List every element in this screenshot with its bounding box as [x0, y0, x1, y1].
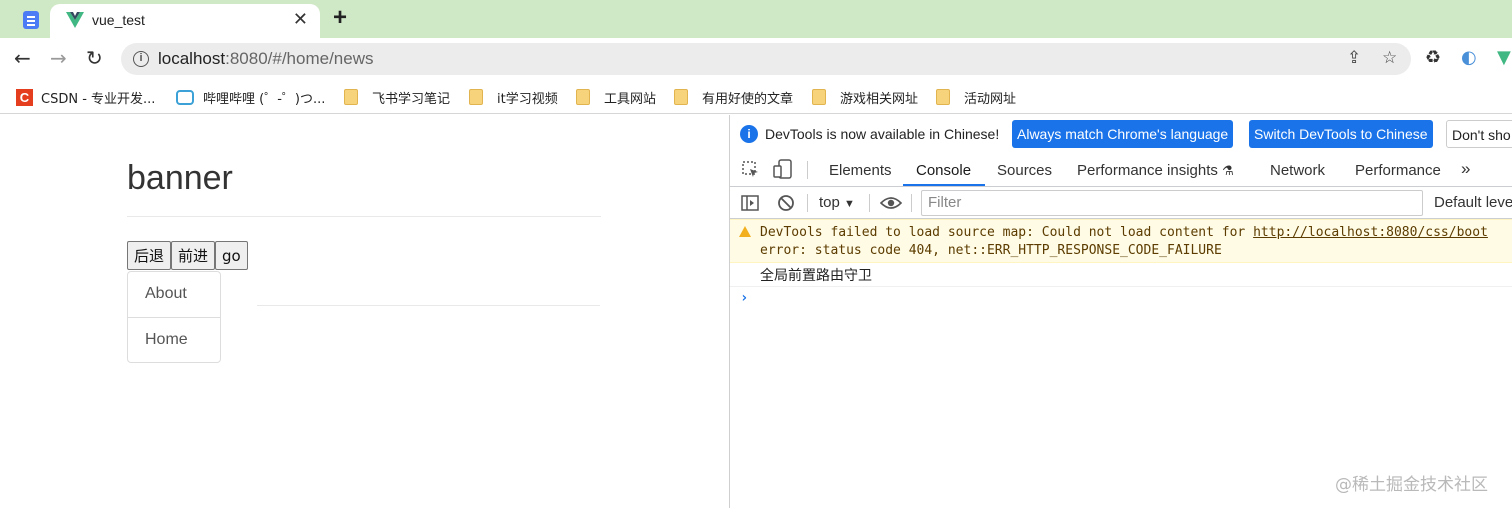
back-arrow-icon[interactable]: ←	[14, 46, 31, 70]
docs-icon	[23, 11, 39, 29]
switch-to-chinese-button[interactable]: Switch DevTools to Chinese	[1249, 120, 1433, 148]
browser-toolbar: ← → ↻ i localhost:8080/#/home/news ⇪ ☆ ♻…	[0, 38, 1512, 80]
separator	[807, 161, 808, 179]
tab-performance-insights[interactable]: Performance insights ⚗	[1077, 162, 1234, 179]
bookmark-folder-events[interactable]: 活动网址	[936, 87, 1016, 107]
folder-icon	[812, 89, 826, 105]
extension-vue-icon[interactable]: ▼	[1497, 47, 1511, 68]
clear-console-icon[interactable]	[777, 194, 795, 212]
bookmark-label: 游戏相关网址	[840, 91, 919, 107]
bookmark-label: 活动网址	[964, 91, 1017, 107]
tab-console[interactable]: Console	[916, 162, 971, 179]
site-info-icon[interactable]: i	[133, 51, 149, 67]
bookmark-star-icon[interactable]: ☆	[1382, 48, 1397, 68]
log-levels-dropdown[interactable]: Default levels	[1434, 194, 1512, 211]
bookmark-label: CSDN - 专业开发...	[41, 91, 156, 107]
bookmark-folder-articles[interactable]: 有用好使的文章	[674, 87, 793, 107]
console-warning-message: DevTools failed to load source map: Coul…	[730, 219, 1512, 263]
page-viewport: banner 后退 前进 go About Home	[0, 115, 729, 508]
warning-icon	[739, 226, 751, 237]
devtools-panel: i DevTools is now available in Chinese! …	[729, 115, 1512, 508]
nav-item-about[interactable]: About	[128, 272, 220, 317]
tab-sources[interactable]: Sources	[997, 162, 1052, 179]
banner-heading: banner	[127, 159, 233, 197]
context-selector[interactable]: top ▼	[819, 194, 855, 211]
beaker-icon: ⚗	[1222, 163, 1234, 178]
tab-network[interactable]: Network	[1270, 162, 1325, 179]
console-filter-input[interactable]: Filter	[921, 190, 1423, 216]
tab-title: vue_test	[92, 12, 145, 28]
tab-performance[interactable]: Performance	[1355, 162, 1441, 179]
devtools-language-infobar: i DevTools is now available in Chinese! …	[730, 115, 1512, 153]
console-log-message: 全局前置路由守卫	[730, 263, 1512, 287]
forward-arrow-icon[interactable]: →	[50, 46, 67, 70]
live-expression-eye-icon[interactable]	[880, 195, 902, 211]
info-icon: i	[740, 125, 758, 143]
folder-icon	[936, 89, 950, 105]
separator	[911, 194, 912, 212]
nav-item-home[interactable]: Home	[128, 317, 220, 362]
divider	[127, 216, 601, 217]
route-nav-list: About Home	[127, 271, 221, 363]
forward-button[interactable]: 前进	[171, 241, 216, 270]
history-buttons: 后退 前进 go	[127, 241, 248, 270]
sidebar-toggle-icon[interactable]	[741, 194, 759, 212]
separator	[807, 194, 808, 212]
bookmark-folder-tools[interactable]: 工具网站	[576, 87, 656, 107]
reload-icon[interactable]: ↻	[86, 46, 103, 70]
folder-icon	[469, 89, 483, 105]
tab-elements[interactable]: Elements	[829, 162, 892, 179]
bookmark-label: it学习视频	[497, 91, 558, 107]
dont-show-again-button[interactable]: Don't sho	[1446, 120, 1512, 148]
devtools-tab-bar: Elements Console Sources Performance ins…	[730, 153, 1512, 187]
device-toolbar-icon[interactable]	[773, 159, 793, 179]
divider	[257, 305, 600, 306]
go-button[interactable]: go	[215, 241, 248, 270]
folder-icon	[576, 89, 590, 105]
extension-recycle-icon[interactable]: ♻	[1425, 47, 1441, 68]
bilibili-icon	[176, 89, 194, 105]
console-toolbar: top ▼ Filter Default levels	[730, 187, 1512, 219]
tab-vue-test[interactable]: vue_test ✕	[50, 4, 320, 38]
tab-docs[interactable]	[14, 8, 48, 32]
source-map-link[interactable]: http://localhost:8080/css/boot	[1253, 225, 1488, 240]
bookmark-csdn[interactable]: C CSDN - 专业开发...	[16, 87, 155, 107]
bookmark-label: 工具网站	[604, 91, 657, 107]
log-text: 全局前置路由守卫	[760, 268, 872, 284]
infobar-message: DevTools is now available in Chinese!	[765, 126, 1000, 142]
bookmarks-bar: C CSDN - 专业开发... 哔哩哔哩 (゜-゜)つ... 飞书学习笔记 i…	[0, 80, 1512, 114]
warning-text-line1: DevTools failed to load source map: Coul…	[760, 225, 1488, 240]
inspect-element-icon[interactable]	[742, 161, 760, 179]
bookmark-bilibili[interactable]: 哔哩哔哩 (゜-゜)つ...	[176, 87, 325, 107]
bookmark-label: 哔哩哔哩 (゜-゜)つ...	[203, 91, 326, 107]
active-tab-indicator	[903, 184, 985, 186]
watermark: @稀土掘金技术社区	[1335, 475, 1488, 495]
bookmark-label: 飞书学习笔记	[372, 91, 451, 107]
tab-close-icon[interactable]: ✕	[293, 9, 308, 30]
back-button[interactable]: 后退	[127, 241, 172, 270]
new-tab-button[interactable]: +	[333, 4, 347, 32]
bookmark-folder-it[interactable]: it学习视频	[469, 87, 558, 107]
console-prompt-icon[interactable]: ›	[740, 290, 748, 306]
bookmark-folder-feishu[interactable]: 飞书学习笔记	[344, 87, 450, 107]
dropdown-arrow-icon: ▼	[844, 198, 855, 210]
always-match-language-button[interactable]: Always match Chrome's language	[1012, 120, 1234, 148]
extension-globe-icon[interactable]: ◐	[1461, 47, 1477, 68]
url-text[interactable]: localhost:8080/#/home/news	[158, 49, 374, 69]
share-icon[interactable]: ⇪	[1347, 48, 1361, 68]
more-tabs-icon[interactable]: »	[1461, 159, 1470, 179]
vue-icon	[66, 12, 84, 28]
address-bar[interactable]: i localhost:8080/#/home/news ⇪ ☆	[121, 43, 1411, 75]
bookmark-folder-games[interactable]: 游戏相关网址	[812, 87, 918, 107]
folder-icon	[344, 89, 358, 105]
tab-strip: vue_test ✕ +	[0, 0, 1512, 38]
folder-icon	[674, 89, 688, 105]
csdn-icon: C	[16, 88, 33, 106]
separator	[869, 194, 870, 212]
bookmark-label: 有用好使的文章	[702, 91, 794, 107]
warning-text-line2: error: status code 404, net::ERR_HTTP_RE…	[760, 243, 1222, 258]
